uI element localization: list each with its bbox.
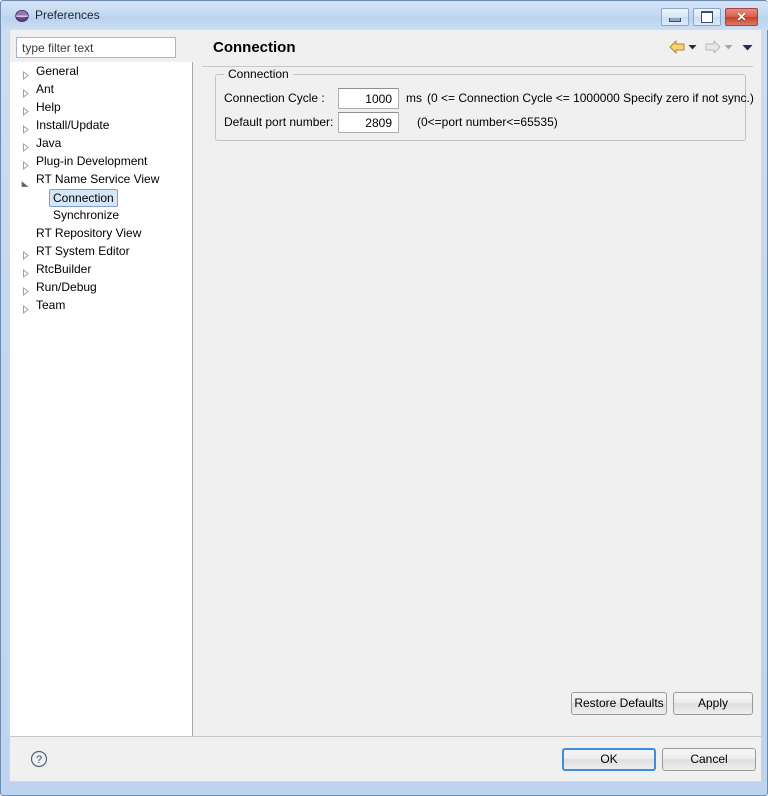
tree-item-general[interactable]: General xyxy=(10,62,192,81)
eclipse-sphere-icon xyxy=(15,9,29,23)
tree-item-connection[interactable]: Connection xyxy=(10,188,192,207)
apply-button[interactable]: Apply xyxy=(673,692,753,715)
default-port-number-label: Default port number: xyxy=(224,115,334,129)
filter-input[interactable]: type filter text xyxy=(16,37,176,58)
connection-group: Connection Connection Cycle : 1000 ms (0… xyxy=(215,67,754,141)
tree-item-label: Install/Update xyxy=(36,118,110,132)
preferences-content-panel: Connection Connection Connection Cycle:… xyxy=(194,30,761,736)
tree-expand-chevron-right-icon[interactable] xyxy=(21,247,30,261)
tree-item-label: Ant xyxy=(36,82,55,96)
tree-item-label: RT System Editor xyxy=(36,244,130,258)
tree-item-team[interactable]: Team xyxy=(10,296,192,315)
tree-expand-chevron-right-icon[interactable] xyxy=(21,283,30,297)
tree-item-label: Plug-in Development xyxy=(36,154,148,168)
preferences-dialog: Preferences ✕ type filter text General An… xyxy=(0,0,768,796)
tree-expand-chevron-right-icon[interactable] xyxy=(21,121,30,135)
tree-expand-chevron-right-icon[interactable] xyxy=(21,301,30,315)
tree-item-label: RtcBuilder xyxy=(36,262,92,276)
tree-expand-chevron-right-icon[interactable] xyxy=(21,85,30,99)
tree-item-label: Team xyxy=(36,298,66,312)
tree-collapse-chevron-down-icon[interactable] xyxy=(21,175,30,187)
svg-text:?: ? xyxy=(36,754,42,766)
back-menu-chevron-down-icon[interactable] xyxy=(688,43,697,51)
help-question-icon[interactable]: ? xyxy=(30,750,48,768)
forward-arrow-icon xyxy=(705,40,721,54)
tree-item-ant[interactable]: Ant xyxy=(10,80,192,99)
tree-item-label: General xyxy=(36,64,79,78)
tree-item-label: Synchronize xyxy=(53,208,120,222)
minimize-icon xyxy=(662,9,688,25)
tree-item-rt-repository-view[interactable]: RT Repository View xyxy=(10,224,192,242)
maximize-button[interactable] xyxy=(693,8,721,26)
dialog-client-area: type filter text General Ant Help Install/U… xyxy=(9,30,761,782)
tree-expand-chevron-right-icon[interactable] xyxy=(21,67,30,81)
preferences-sidebar: type filter text General Ant Help Install/U… xyxy=(10,30,193,736)
tree-item-java[interactable]: Java xyxy=(10,134,192,153)
tree-item-plug-in-development[interactable]: Plug-in Development xyxy=(10,152,192,171)
tree-item-rt-name-service-view[interactable]: RT Name Service View xyxy=(10,170,192,188)
tree-expand-chevron-right-icon[interactable] xyxy=(21,103,30,117)
close-icon: ✕ xyxy=(736,10,747,24)
connection-cycle-label: Connection Cycle : xyxy=(224,91,325,105)
tree-item-install-update[interactable]: Install/Update xyxy=(10,116,192,135)
default-port-number-input[interactable]: 2809 xyxy=(338,112,399,133)
connection-cycle-hint: (0 <= Connection Cycle <= 1000000 Specif… xyxy=(427,91,754,105)
close-button[interactable]: ✕ xyxy=(725,8,758,26)
view-menu-chevron-down-icon[interactable] xyxy=(742,43,753,52)
window-title: Preferences xyxy=(35,8,100,22)
preferences-tree[interactable]: General Ant Help Install/Update Java Plug-in … xyxy=(10,62,193,736)
tree-expand-chevron-right-icon[interactable] xyxy=(21,139,30,153)
tree-item-label: Help xyxy=(36,100,61,114)
tree-expand-chevron-right-icon[interactable] xyxy=(21,265,30,279)
tree-item-synchronize[interactable]: Synchronize xyxy=(10,206,192,224)
tree-item-label: Run/Debug xyxy=(36,280,97,294)
restore-defaults-button[interactable]: Restore Defaults xyxy=(571,692,667,715)
tree-item-label: Connection xyxy=(49,189,118,207)
cancel-button[interactable]: Cancel xyxy=(662,748,756,771)
window-titlebar[interactable]: Preferences ✕ xyxy=(2,2,768,30)
tree-item-label: RT Name Service View xyxy=(36,172,160,186)
maximize-icon xyxy=(694,9,720,25)
back-arrow-icon[interactable] xyxy=(669,40,685,54)
page-navigation-toolbar xyxy=(669,40,753,54)
page-title: Connection xyxy=(213,39,296,56)
tree-expand-chevron-right-icon[interactable] xyxy=(21,157,30,171)
connection-group-legend: Connection xyxy=(224,67,293,81)
tree-item-run-debug[interactable]: Run/Debug xyxy=(10,278,192,297)
tree-item-label: Java xyxy=(36,136,62,150)
ok-button[interactable]: OK xyxy=(562,748,656,771)
dialog-footer: ? OK Cancel xyxy=(10,737,761,781)
connection-cycle-unit: ms xyxy=(406,91,422,105)
tree-item-help[interactable]: Help xyxy=(10,98,192,117)
tree-item-label: RT Repository View xyxy=(36,226,142,240)
minimize-button[interactable] xyxy=(661,8,689,26)
connection-cycle-input[interactable]: 1000 xyxy=(338,88,399,109)
default-port-number-hint: (0<=port number<=65535) xyxy=(417,115,558,129)
tree-item-rt-system-editor[interactable]: RT System Editor xyxy=(10,242,192,261)
tree-item-rtcbuilder[interactable]: RtcBuilder xyxy=(10,260,192,279)
forward-menu-chevron-down-icon xyxy=(724,43,733,51)
